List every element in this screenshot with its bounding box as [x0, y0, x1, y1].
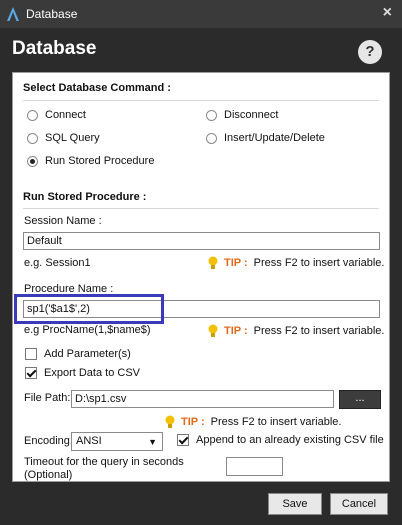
lightbulb-icon: [165, 415, 175, 428]
tip-tag: TIP :: [224, 325, 248, 337]
file-path-input[interactable]: D:\sp1.csv: [71, 390, 334, 408]
encoding-select[interactable]: ANSI ▼: [71, 432, 163, 451]
app-logo-icon: [7, 7, 19, 21]
tip-text: Press F2 to insert variable.: [253, 325, 385, 337]
dialog-heading: Database: [12, 38, 97, 59]
lightbulb-icon: [208, 324, 218, 337]
radio-insert-update-delete-dot[interactable]: [206, 132, 217, 144]
radio-run-stored-procedure-label: Run Stored Procedure: [45, 155, 155, 167]
timeout-input[interactable]: [226, 457, 283, 476]
session-name-label: Session Name :: [24, 215, 102, 227]
append-csv-checkbox[interactable]: Append to an already existing CSV file: [177, 434, 384, 446]
radio-connect-label: Connect: [45, 109, 86, 121]
database-panel: Select Database Command : Connect Discon…: [12, 72, 390, 482]
lightbulb-icon: [208, 256, 218, 269]
save-button[interactable]: Save: [268, 493, 322, 515]
radio-insert-update-delete[interactable]: Insert/Update/Delete: [206, 132, 325, 144]
add-parameters-box[interactable]: [25, 348, 37, 360]
tip-tag: TIP :: [181, 416, 205, 428]
encoding-label: Encoding:: [24, 435, 73, 447]
tip-text: Press F2 to insert variable.: [210, 416, 342, 428]
radio-sql-query-dot[interactable]: [27, 132, 38, 144]
radio-connect-dot[interactable]: [27, 109, 38, 121]
select-command-heading: Select Database Command :: [23, 82, 171, 94]
append-csv-box[interactable]: [177, 434, 189, 446]
help-icon[interactable]: ?: [358, 40, 382, 64]
procedure-name-hint: e.g ProcName(1,$name$): [24, 324, 151, 336]
radio-sql-query-label: SQL Query: [45, 132, 100, 144]
export-csv-box[interactable]: [25, 367, 37, 379]
procedure-name-label: Procedure Name :: [24, 283, 114, 295]
export-csv-label: Export Data to CSV: [44, 367, 140, 379]
procedure-tip: TIP : Press F2 to insert variable.: [208, 324, 384, 338]
session-name-hint: e.g. Session1: [24, 257, 91, 269]
chevron-down-icon: ▼: [148, 437, 157, 447]
append-csv-label: Append to an already existing CSV file: [196, 434, 384, 446]
export-csv-checkbox[interactable]: Export Data to CSV: [25, 367, 140, 379]
timeout-label: Timeout for the query in seconds: [24, 456, 184, 468]
window-title: Database: [26, 7, 78, 21]
tip-tag: TIP :: [224, 257, 248, 269]
radio-connect[interactable]: Connect: [27, 109, 86, 121]
session-name-input[interactable]: Default: [23, 232, 380, 250]
tip-text: Press F2 to insert variable.: [253, 257, 385, 269]
session-tip: TIP : Press F2 to insert variable.: [208, 256, 384, 270]
browse-button[interactable]: ...: [339, 390, 381, 409]
radio-disconnect-label: Disconnect: [224, 109, 279, 121]
radio-insert-update-delete-label: Insert/Update/Delete: [224, 132, 325, 144]
radio-disconnect[interactable]: Disconnect: [206, 109, 278, 121]
file-path-tip: TIP : Press F2 to insert variable.: [165, 415, 341, 429]
timeout-label-optional: (Optional): [24, 469, 73, 481]
window-titlebar: Database ×: [0, 0, 402, 28]
radio-sql-query[interactable]: SQL Query: [27, 132, 100, 144]
add-parameters-checkbox[interactable]: Add Parameter(s): [25, 348, 131, 360]
close-icon[interactable]: ×: [383, 4, 392, 22]
add-parameters-label: Add Parameter(s): [44, 348, 131, 360]
divider: [23, 208, 379, 209]
cancel-button[interactable]: Cancel: [330, 493, 388, 515]
divider: [23, 100, 379, 101]
run-sp-heading: Run Stored Procedure :: [23, 191, 147, 203]
encoding-value: ANSI: [76, 435, 102, 447]
radio-run-stored-procedure[interactable]: Run Stored Procedure: [27, 155, 154, 167]
radio-disconnect-dot[interactable]: [206, 109, 217, 121]
radio-run-stored-procedure-dot[interactable]: [27, 155, 38, 167]
procedure-name-input[interactable]: sp1('$a1$',2): [23, 300, 380, 318]
file-path-label: File Path:: [24, 392, 71, 404]
